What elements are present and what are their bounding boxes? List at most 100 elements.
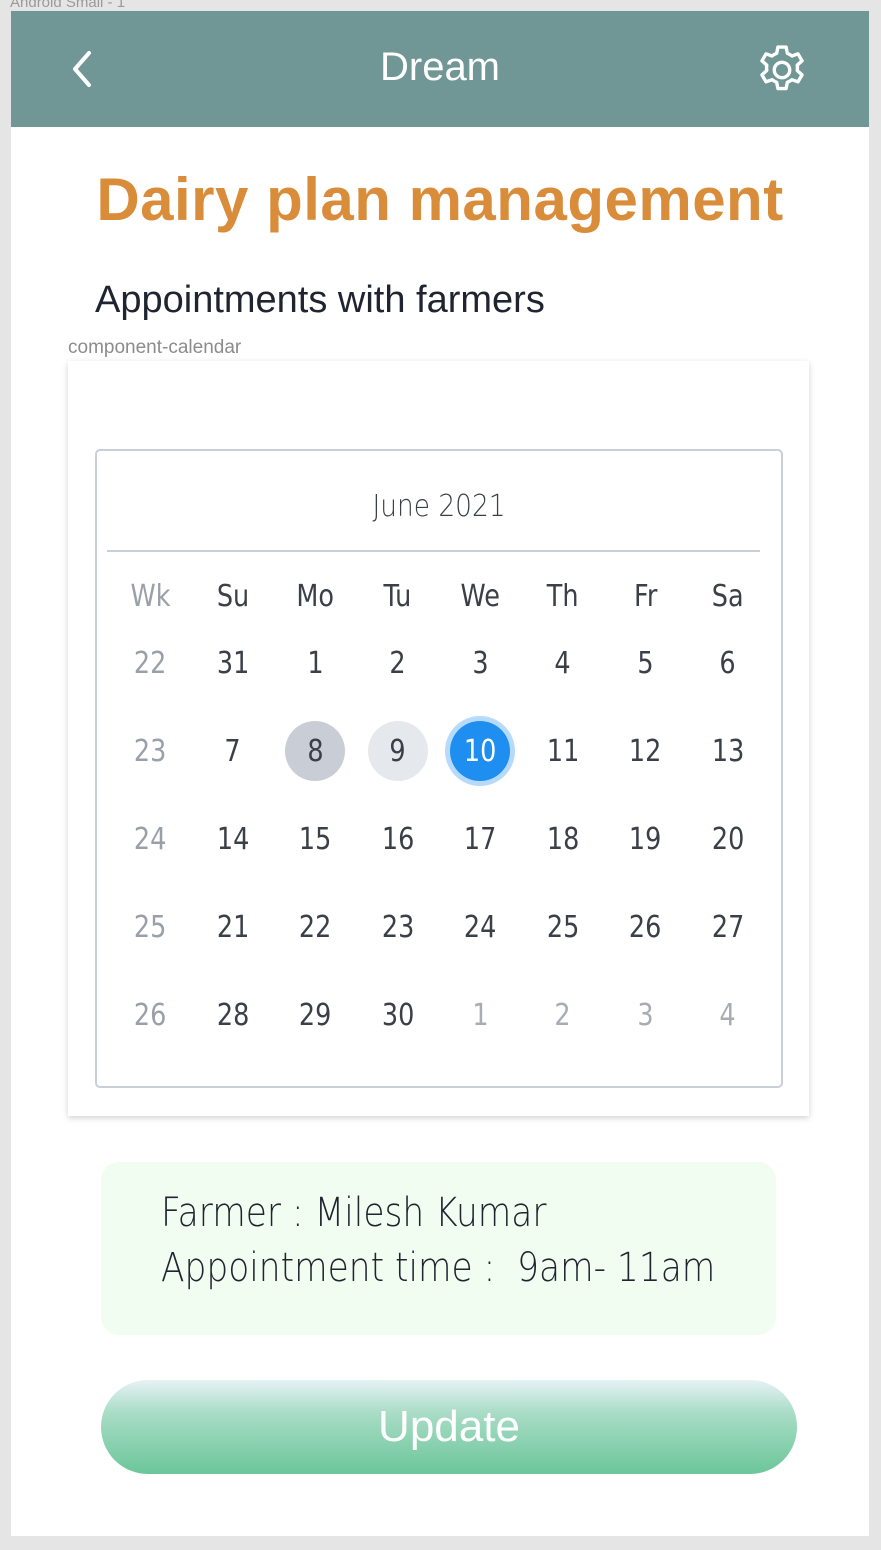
update-button[interactable]: Update (101, 1380, 797, 1474)
weekday-header: Fr (604, 566, 687, 626)
weekday-header: Tu (357, 566, 440, 626)
day-number: 23 (381, 909, 414, 945)
calendar-day[interactable]: 2 (357, 633, 440, 693)
calendar-day[interactable]: 25 (522, 897, 605, 957)
day-number: 17 (464, 821, 497, 857)
day-number: 4 (554, 645, 571, 681)
day-number: 26 (629, 909, 662, 945)
calendar-day[interactable]: 6 (687, 633, 770, 693)
weekday-label: Th (546, 578, 579, 614)
calendar-day[interactable]: 15 (274, 809, 357, 869)
calendar-day[interactable]: 1 (439, 985, 522, 1045)
calendar-day[interactable]: 14 (192, 809, 275, 869)
farmer-name: Farmer : Milesh Kumar (161, 1190, 547, 1236)
weekday-header: Th (522, 566, 605, 626)
calendar-day[interactable]: 18 (522, 809, 605, 869)
calendar-week-row: 23 7 8 9 10 11 12 13 (109, 721, 769, 781)
day-number: 24 (464, 909, 497, 945)
page-title: Dairy plan management (96, 166, 784, 233)
day-number: 27 (711, 909, 744, 945)
calendar-day[interactable]: 21 (192, 897, 275, 957)
day-number: 5 (637, 645, 654, 681)
week-number: 24 (109, 809, 192, 869)
week-number-label: 26 (134, 997, 167, 1033)
frame-label: Android Small - 1 (10, 0, 126, 11)
weekday-label: Su (216, 578, 249, 614)
weekday-header: Mo (274, 566, 357, 626)
week-number-header: Wk (109, 566, 192, 626)
week-number: 25 (109, 897, 192, 957)
calendar-day[interactable]: 9 (357, 721, 440, 781)
app-bar: Dream (11, 11, 869, 127)
section-subtitle: Appointments with farmers (95, 279, 545, 321)
calendar-day[interactable]: 19 (604, 809, 687, 869)
day-number: 1 (472, 997, 489, 1033)
appointment-card: Farmer : Milesh Kumar Appointment time :… (101, 1162, 776, 1335)
calendar-day[interactable]: 26 (604, 897, 687, 957)
calendar-day[interactable]: 24 (439, 897, 522, 957)
calendar-day[interactable]: 22 (274, 897, 357, 957)
day-number: 3 (637, 997, 654, 1033)
calendar-day[interactable]: 28 (192, 985, 275, 1045)
weekday-label: Sa (711, 578, 744, 614)
day-number: 2 (389, 645, 406, 681)
week-number-label: 22 (134, 645, 167, 681)
day-number: 20 (711, 821, 744, 857)
calendar-day[interactable]: 3 (604, 985, 687, 1045)
weekday-header: We (439, 566, 522, 626)
calendar-day[interactable]: 17 (439, 809, 522, 869)
week-number-label: 25 (134, 909, 167, 945)
calendar-day[interactable]: 3 (439, 633, 522, 693)
calendar-day[interactable]: 2 (522, 985, 605, 1045)
day-number: 14 (216, 821, 249, 857)
weekday-header: Sa (687, 566, 770, 626)
calendar-day[interactable]: 8 (274, 721, 357, 781)
day-number: 29 (299, 997, 332, 1033)
app-screen: Dream Dairy plan management Appointments… (11, 11, 869, 1536)
day-number: 31 (216, 645, 249, 681)
app-title: Dream (379, 45, 501, 89)
weekday-header: Su (192, 566, 275, 626)
week-number: 22 (109, 633, 192, 693)
day-number: 25 (546, 909, 579, 945)
day-number: 8 (307, 733, 324, 769)
week-number: 26 (109, 985, 192, 1045)
day-number: 6 (719, 645, 736, 681)
day-number: 3 (472, 645, 489, 681)
calendar-day[interactable]: 4 (687, 985, 770, 1045)
calendar-card: June 2021 Wk Su Mo Tu We Th Fr Sa 22 31 1 2 3 4 5 6 23 7… (68, 361, 809, 1116)
day-number: 30 (381, 997, 414, 1033)
day-number: 21 (216, 909, 249, 945)
calendar-day[interactable]: 7 (192, 721, 275, 781)
weekday-label: Fr (633, 578, 657, 614)
calendar-day[interactable]: 30 (357, 985, 440, 1045)
calendar-day[interactable]: 29 (274, 985, 357, 1045)
week-number: 23 (109, 721, 192, 781)
calendar-day[interactable]: 23 (357, 897, 440, 957)
calendar-day[interactable]: 20 (687, 809, 770, 869)
week-number-label: 24 (134, 821, 167, 857)
day-number: 28 (216, 997, 249, 1033)
weekday-label: We (460, 578, 500, 614)
calendar-day[interactable]: 31 (192, 633, 275, 693)
component-label: component-calendar (68, 337, 242, 358)
calendar-day[interactable]: 13 (687, 721, 770, 781)
calendar-day[interactable]: 1 (274, 633, 357, 693)
calendar-month-label[interactable]: June 2021 (138, 489, 740, 524)
day-number: 4 (719, 997, 736, 1033)
calendar-day[interactable]: 16 (357, 809, 440, 869)
calendar-day[interactable]: 12 (604, 721, 687, 781)
calendar-day[interactable]: 4 (522, 633, 605, 693)
week-number-label: 23 (134, 733, 167, 769)
calendar-day[interactable]: 27 (687, 897, 770, 957)
calendar-day[interactable]: 5 (604, 633, 687, 693)
day-number: 13 (711, 733, 744, 769)
day-number: 9 (389, 733, 406, 769)
day-number: 10 (464, 733, 497, 769)
calendar-week-row: 25 21 22 23 24 25 26 27 (109, 897, 769, 957)
weekday-label: Wk (130, 578, 171, 614)
day-number: 18 (546, 821, 579, 857)
calendar-day[interactable]: 11 (522, 721, 605, 781)
calendar-day-selected[interactable]: 10 (439, 721, 522, 781)
gear-icon[interactable] (753, 41, 811, 99)
